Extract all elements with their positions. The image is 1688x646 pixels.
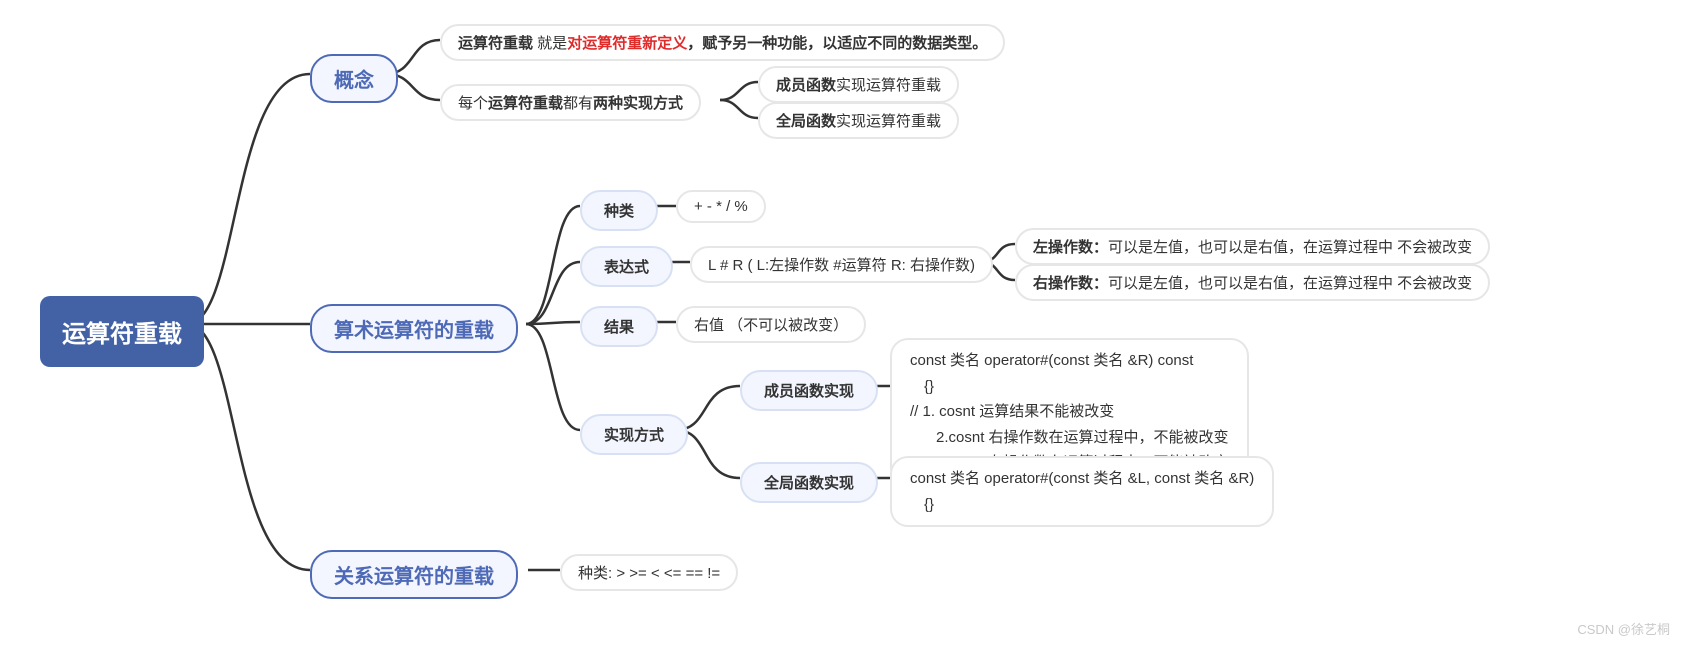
concept-ways: 每个运算符重载都有两种实现方式 bbox=[440, 84, 701, 121]
t: 结果 bbox=[604, 316, 634, 337]
arith-kind: 种类 bbox=[580, 190, 658, 231]
t: 全局函数 bbox=[776, 113, 836, 130]
l1-concept: 概念 bbox=[310, 54, 398, 103]
t: 实现方式 bbox=[604, 424, 664, 445]
arith-impl-global-code: const 类名 operator#(const 类名 &L, const 类名… bbox=[890, 456, 1274, 527]
arith-result: 结果 bbox=[580, 306, 658, 347]
root-node: 运算符重载 bbox=[40, 296, 204, 367]
concept-def: 运算符重载 就是对运算符重新定义，赋予另一种功能，以适应不同的数据类型。 bbox=[440, 24, 1005, 61]
t: 每个 bbox=[458, 95, 488, 112]
arith-impl: 实现方式 bbox=[580, 414, 688, 455]
t: + - * / % bbox=[694, 198, 748, 215]
t: 都有 bbox=[563, 95, 593, 112]
arith-expr: 表达式 bbox=[580, 246, 673, 287]
t: 种类: > >= < <= == != bbox=[578, 562, 720, 583]
arith-result-val: 右值 （不可以被改变） bbox=[676, 306, 866, 343]
t: 2.cosnt 右操作数在运算过程中，不能被改变 bbox=[910, 425, 1229, 451]
root-label: 运算符重载 bbox=[62, 314, 182, 349]
l1-arith: 算术运算符的重载 bbox=[310, 304, 518, 353]
arith-impl-global: 全局函数实现 bbox=[740, 462, 878, 503]
t: 可以是左值，也可以是右值，在运算过程中 不会被改变 bbox=[1108, 239, 1472, 256]
t: 左操作数： bbox=[1033, 239, 1108, 256]
t: 可以是左值，也可以是右值，在运算过程中 不会被改变 bbox=[1108, 275, 1472, 292]
t: 实现运算符重载 bbox=[836, 77, 941, 94]
t: ，赋予另一种功能，以适应不同的数据类型。 bbox=[687, 35, 987, 52]
arith-left-op: 左操作数：可以是左值，也可以是右值，在运算过程中 不会被改变 bbox=[1015, 228, 1490, 265]
t: 成员函数 bbox=[776, 77, 836, 94]
mindmap-canvas: 运算符重载 概念 运算符重载 就是对运算符重新定义，赋予另一种功能，以适应不同的… bbox=[0, 0, 1688, 646]
arith-expr-val: L # R ( L:左操作数 #运算符 R: 右操作数) bbox=[690, 246, 993, 283]
arith-impl-member: 成员函数实现 bbox=[740, 370, 878, 411]
relation-kinds: 种类: > >= < <= == != bbox=[560, 554, 738, 591]
t: const 类名 operator#(const 类名 &L, const 类名… bbox=[910, 466, 1254, 492]
t: const 类名 operator#(const 类名 &R) const bbox=[910, 348, 1229, 374]
l1-concept-label: 概念 bbox=[334, 64, 374, 93]
t: 运算符重载 bbox=[458, 35, 537, 52]
arith-right-op: 右操作数：可以是左值，也可以是右值，在运算过程中 不会被改变 bbox=[1015, 264, 1490, 301]
t: // 1. cosnt 运算结果不能被改变 bbox=[910, 399, 1229, 425]
t: {} bbox=[910, 492, 1254, 518]
concept-way2: 全局函数实现运算符重载 bbox=[758, 102, 959, 139]
t: 对运算符重新定义 bbox=[567, 35, 687, 52]
t: L # R ( L:左操作数 #运算符 R: 右操作数) bbox=[708, 254, 975, 275]
l1-arith-label: 算术运算符的重载 bbox=[334, 314, 494, 343]
l1-relation-label: 关系运算符的重载 bbox=[334, 560, 494, 589]
t: 两种实现方式 bbox=[593, 95, 683, 112]
t: {} bbox=[910, 374, 1229, 400]
t: 右值 （不可以被改变） bbox=[694, 314, 848, 335]
t: 全局函数实现 bbox=[764, 472, 854, 493]
t: 表达式 bbox=[604, 256, 649, 277]
l1-relation: 关系运算符的重载 bbox=[310, 550, 518, 599]
t: 右操作数： bbox=[1033, 275, 1108, 292]
concept-way1: 成员函数实现运算符重载 bbox=[758, 66, 959, 103]
t: 成员函数实现 bbox=[764, 380, 854, 401]
t: 实现运算符重载 bbox=[836, 113, 941, 130]
t: 就是 bbox=[537, 35, 567, 52]
t: 种类 bbox=[604, 200, 634, 221]
arith-kind-val: + - * / % bbox=[676, 190, 766, 223]
watermark-text: CSDN @徐艺桐 bbox=[1577, 619, 1670, 638]
t: 运算符重载 bbox=[488, 95, 563, 112]
